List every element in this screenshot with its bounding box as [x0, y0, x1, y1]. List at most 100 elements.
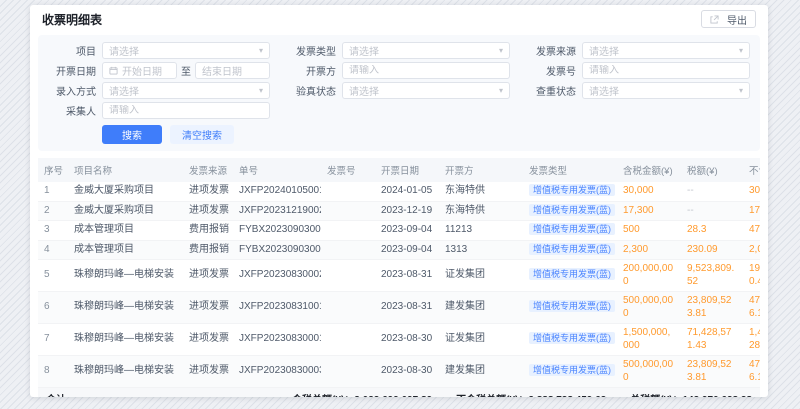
entry-method-select[interactable]: 请选择 ▾ — [102, 82, 270, 99]
table-row: 2金威大厦采购项目进项发票JXFP202312190022023-12-19东海… — [38, 201, 760, 221]
cell-project: 金威大厦采购项目 — [68, 201, 183, 221]
clear-search-button[interactable]: 清空搜索 — [170, 125, 234, 144]
cell-amount: 500 — [617, 221, 681, 241]
col-date: 开票日期 — [375, 158, 439, 182]
cell-project: 成本管理项目 — [68, 240, 183, 260]
table-row: 1金威大厦采购项目进项发票JXFP202401050012024-01-05东海… — [38, 182, 760, 201]
invoice-type-tag: 增值税专用发票(蓝) — [529, 243, 615, 255]
filter-actions: 搜索 清空搜索 — [102, 125, 750, 144]
cell-invoice-no — [321, 356, 375, 388]
cell-invoice-no — [321, 182, 375, 201]
desktop-background: 收票明细表 导出 项目 请选择 ▾ 发票类型 请选择 — [0, 0, 800, 409]
col-net: 不含税金额(¥) — [743, 158, 760, 182]
project-select[interactable]: 请选择 ▾ — [102, 42, 270, 59]
cell-issuer: 证发集团 — [439, 260, 523, 292]
filter-field-invoice-no: 发票号 — [520, 62, 750, 79]
export-button[interactable]: 导出 — [701, 10, 756, 28]
cell-type: 增值税专用发票(蓝) — [523, 260, 617, 292]
cell-tax: 9,523,809.52 — [681, 260, 743, 292]
page-header: 收票明细表 导出 — [30, 5, 768, 33]
total-excl-tax: 不含税总额(¥)：2,888,728,459.62 — [456, 391, 606, 398]
verify-status-select[interactable]: 请选择 ▾ — [342, 82, 510, 99]
invoice-source-select[interactable]: 请选择 ▾ — [582, 42, 750, 59]
col-order-no: 单号 — [233, 158, 321, 182]
filter-field-dedup-status: 查重状态 请选择 ▾ — [520, 82, 750, 99]
chevron-down-icon: ▾ — [259, 46, 263, 55]
cell-issuer: 建发集团 — [439, 292, 523, 324]
cell-issuer: 东海特供 — [439, 182, 523, 201]
cell-invoice-no — [321, 201, 375, 221]
cell-date: 2024-01-05 — [375, 182, 439, 201]
cell-tax: 23,809,523.81 — [681, 356, 743, 388]
invoice-type-select[interactable]: 请选择 ▾ — [342, 42, 510, 59]
table-row: 5珠穆朗玛峰—电梯安装进项发票JXFP202308300022023-08-31… — [38, 260, 760, 292]
cell-no: 3 — [38, 221, 68, 241]
cell-source: 费用报销 — [183, 221, 233, 241]
project-label: 项目 — [40, 43, 96, 58]
invoice-no-label: 发票号 — [520, 63, 576, 78]
cell-no: 8 — [38, 356, 68, 388]
cell-issuer: 东海特供 — [439, 201, 523, 221]
cell-source: 进项发票 — [183, 182, 233, 201]
total-tax: 总税额(¥)：143,970,638.28 — [630, 391, 752, 398]
cell-date: 2023-08-31 — [375, 260, 439, 292]
filter-field-entry-method: 录入方式 请选择 ▾ — [40, 82, 270, 99]
cell-order-no: JXFP20230831001 — [233, 292, 321, 324]
invoice-type-tag: 增值税专用发票(蓝) — [529, 268, 615, 280]
cell-amount: 500,000,000 — [617, 356, 681, 388]
totals-label: 合计 — [46, 391, 66, 398]
table-row: 3成本管理项目费用报销FYBX202309030032023-09-041121… — [38, 221, 760, 241]
cell-amount: 500,000,000 — [617, 292, 681, 324]
cell-tax: -- — [681, 201, 743, 221]
invoice-type-tag: 增值税专用发票(蓝) — [529, 223, 615, 235]
date-range-separator: 至 — [181, 63, 191, 78]
issuer-input[interactable] — [349, 65, 503, 76]
calendar-icon — [109, 66, 118, 75]
col-no: 序号 — [38, 158, 68, 182]
cell-amount: 30,000 — [617, 182, 681, 201]
cell-invoice-no — [321, 260, 375, 292]
cell-amount: 1,500,000,000 — [617, 324, 681, 356]
filter-field-project: 项目 请选择 ▾ — [40, 42, 270, 59]
filter-field-invoice-type: 发票类型 请选择 ▾ — [280, 42, 510, 59]
search-button[interactable]: 搜索 — [102, 125, 162, 144]
cell-project: 珠穆朗玛峰—电梯安装 — [68, 292, 183, 324]
collector-label: 采集人 — [40, 103, 96, 118]
invoice-no-input[interactable] — [589, 65, 743, 76]
cell-type: 增值税专用发票(蓝) — [523, 324, 617, 356]
table-row: 7珠穆朗玛峰—电梯安装进项发票JXFP202308300012023-08-30… — [38, 324, 760, 356]
cell-invoice-no — [321, 292, 375, 324]
export-icon — [710, 15, 719, 24]
totals-row: 合计 含税总额(¥)：3,032,699,097.89 不含税总额(¥)：2,8… — [38, 388, 760, 397]
filter-field-issuer: 开票方 — [280, 62, 510, 79]
invoice-source-label: 发票来源 — [520, 43, 576, 58]
filter-field-verify-status: 验真状态 请选择 ▾ — [280, 82, 510, 99]
cell-source: 进项发票 — [183, 292, 233, 324]
collector-input[interactable] — [109, 105, 263, 116]
cell-amount: 17,300 — [617, 201, 681, 221]
table-row: 4成本管理项目费用报销FYBX202309030052023-09-041313… — [38, 240, 760, 260]
cell-order-no: FYBX20230903005 — [233, 240, 321, 260]
cell-source: 进项发票 — [183, 356, 233, 388]
cell-net: 30,000 — [743, 182, 760, 201]
col-tax: 税额(¥) — [681, 158, 743, 182]
cell-type: 增值税专用发票(蓝) — [523, 182, 617, 201]
cell-tax: 28.3 — [681, 221, 743, 241]
dedup-status-label: 查重状态 — [520, 83, 576, 98]
cell-type: 增值税专用发票(蓝) — [523, 240, 617, 260]
cell-no: 4 — [38, 240, 68, 260]
start-date-input[interactable]: 开始日期 — [102, 62, 177, 79]
cell-tax: -- — [681, 182, 743, 201]
cell-source: 进项发票 — [183, 201, 233, 221]
col-project: 项目名称 — [68, 158, 183, 182]
end-date-input[interactable]: 结束日期 — [195, 62, 270, 79]
dedup-status-select[interactable]: 请选择 ▾ — [582, 82, 750, 99]
cell-date: 2023-09-04 — [375, 221, 439, 241]
cell-order-no: FYBX20230903003 — [233, 221, 321, 241]
cell-no: 2 — [38, 201, 68, 221]
invoice-type-tag: 增值税专用发票(蓝) — [529, 204, 615, 216]
app-window: 收票明细表 导出 项目 请选择 ▾ 发票类型 请选择 — [30, 5, 768, 397]
cell-net: 17,300 — [743, 201, 760, 221]
cell-amount: 200,000,000 — [617, 260, 681, 292]
cell-project: 珠穆朗玛峰—电梯安装 — [68, 356, 183, 388]
